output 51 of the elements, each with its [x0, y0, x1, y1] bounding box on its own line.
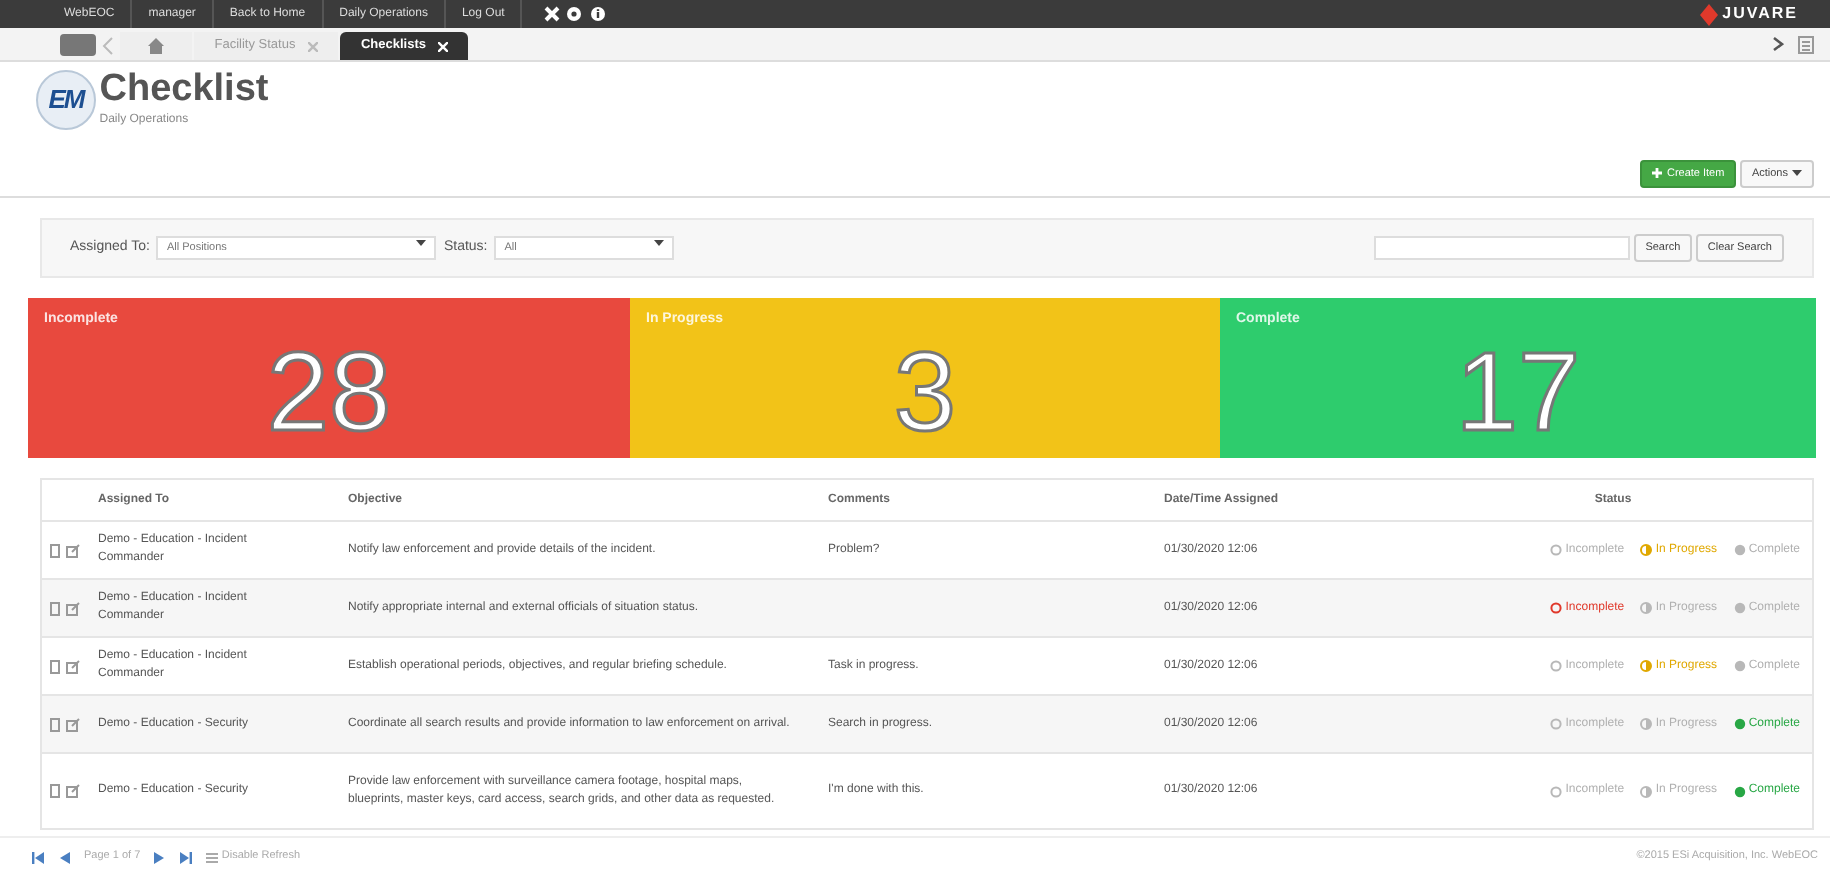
- search-field[interactable]: [1373, 236, 1630, 260]
- caret-icon: [1792, 170, 1802, 177]
- dot-icon: [1733, 544, 1746, 556]
- info-icon[interactable]: [589, 6, 606, 22]
- document-icon[interactable]: [49, 543, 59, 557]
- edit-icon[interactable]: [66, 659, 80, 673]
- dot-icon: [1733, 718, 1746, 730]
- last-page-icon[interactable]: [180, 851, 193, 863]
- caret-icon: [416, 239, 427, 246]
- circle-icon: [1550, 602, 1563, 614]
- previous-page-icon[interactable]: [58, 851, 70, 863]
- edit-icon[interactable]: [66, 784, 80, 798]
- home-tab[interactable]: [119, 32, 191, 60]
- first-page-icon[interactable]: [32, 851, 44, 863]
- circle-icon: [1550, 718, 1563, 730]
- half-circle-icon: [1640, 602, 1653, 614]
- document-icon[interactable]: [49, 659, 59, 673]
- half-circle-icon: [1640, 718, 1653, 730]
- document-icon[interactable]: [49, 601, 59, 615]
- circle-icon: [1550, 544, 1563, 556]
- list-icon: [206, 851, 219, 863]
- dot-icon: [1733, 660, 1746, 672]
- half-circle-icon: [1640, 544, 1653, 556]
- half-circle-icon: [1640, 785, 1653, 797]
- page-title: Checklist: [99, 70, 269, 108]
- circle-icon: [1550, 785, 1563, 797]
- next-page-icon[interactable]: [154, 851, 167, 863]
- tile-count: 3: [891, 335, 959, 447]
- half-circle-icon: [1640, 660, 1653, 672]
- document-icon[interactable]: [49, 717, 59, 731]
- tile-count: 17: [1453, 335, 1583, 447]
- edit-icon[interactable]: [66, 601, 80, 615]
- list-icon[interactable]: [1798, 35, 1814, 53]
- dot-icon: [1733, 602, 1746, 614]
- brand-logo: JUVARE: [1722, 2, 1798, 26]
- home-icon: [147, 38, 163, 54]
- forward-icon[interactable]: [1772, 36, 1784, 52]
- em-logo: EM: [36, 70, 96, 130]
- back-icon[interactable]: [99, 32, 116, 60]
- caret-icon: [654, 239, 665, 246]
- edit-icon[interactable]: [66, 543, 80, 557]
- plus-icon: [1652, 168, 1663, 179]
- tile-count: 28: [264, 335, 394, 447]
- circle-icon: [1550, 660, 1563, 672]
- document-icon[interactable]: [49, 784, 59, 798]
- edit-icon[interactable]: [66, 717, 80, 731]
- cross-icon[interactable]: [543, 6, 560, 22]
- settings-icon[interactable]: [566, 6, 583, 22]
- diamond-logo-icon: [1700, 3, 1719, 25]
- dot-icon: [1733, 785, 1746, 797]
- menu-button[interactable]: [60, 34, 96, 56]
